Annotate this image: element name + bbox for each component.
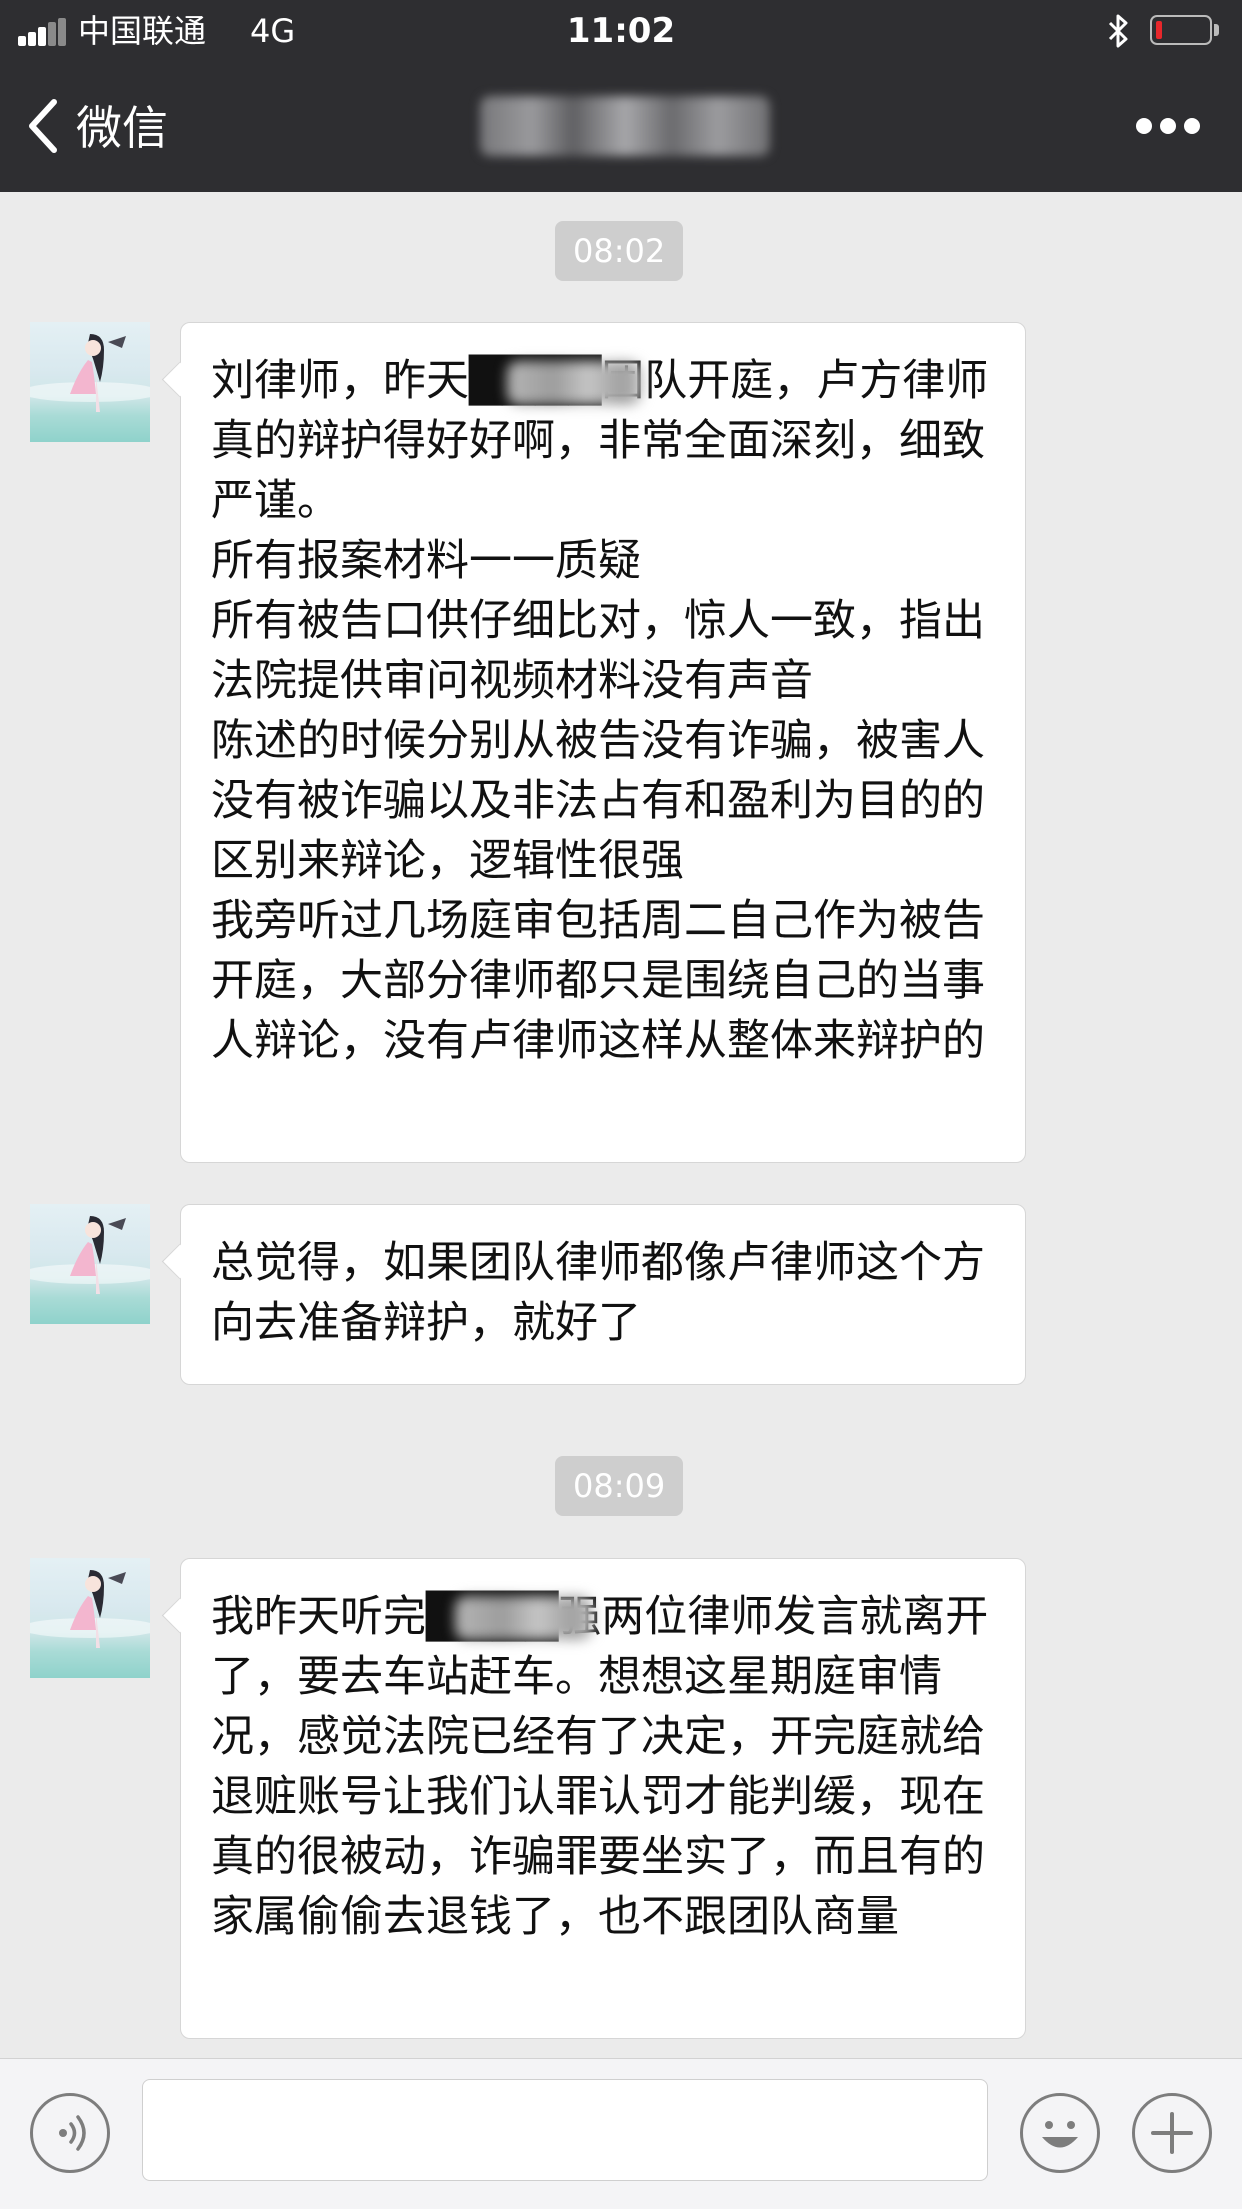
timestamp-badge: 08:02: [555, 221, 684, 281]
more-dot: [1160, 118, 1176, 134]
back-label: 微信: [76, 101, 168, 155]
contact-avatar[interactable]: [30, 1204, 150, 1324]
emoji-icon: [1042, 2121, 1078, 2148]
avatar-illustration: [30, 1570, 150, 1648]
chevron-left-icon: [29, 99, 57, 153]
plus-icon: [1151, 2112, 1193, 2154]
input-bar: [0, 2058, 1242, 2209]
battery-tip: [1214, 24, 1219, 36]
message-input[interactable]: [142, 2079, 988, 2181]
timestamp-badge: 08:09: [555, 1456, 684, 1516]
emoji-button[interactable]: [1020, 2093, 1100, 2173]
redacted-text: [455, 1596, 593, 1640]
voice-icon: [59, 2115, 86, 2151]
back-button[interactable]: 微信: [26, 92, 186, 162]
status-bar: 中国联通 4G 11:02: [0, 0, 1242, 62]
nav-bar: 微信: [0, 62, 1242, 192]
chat-title-redacted: [480, 96, 770, 156]
battery-icon: [1150, 15, 1212, 45]
redacted-text: [507, 361, 642, 405]
voice-button[interactable]: [30, 2093, 110, 2173]
more-dot: [1184, 118, 1200, 134]
add-button[interactable]: [1132, 2093, 1212, 2173]
bluetooth-icon: [1108, 14, 1128, 48]
message-bubble[interactable]: 我昨天听完████强两位律师发言就离开了，要去车站赶车。想想这星期庭审情况，感觉…: [180, 1558, 1026, 2039]
contact-avatar[interactable]: [30, 1558, 150, 1678]
avatar-illustration: [30, 1216, 150, 1294]
more-button[interactable]: [1128, 106, 1208, 146]
contact-avatar[interactable]: [30, 322, 150, 442]
avatar-illustration: [30, 334, 150, 412]
status-time: 11:02: [566, 11, 676, 51]
message-bubble[interactable]: 总觉得，如果团队律师都像卢律师这个方向去准备辩护，就好了: [180, 1204, 1026, 1385]
more-dots-icon: [1136, 118, 1152, 134]
message-bubble[interactable]: 刘律师，昨天████团队开庭，卢方律师真的辩护得好好啊，非常全面深刻，细致严谨。…: [180, 322, 1026, 1163]
